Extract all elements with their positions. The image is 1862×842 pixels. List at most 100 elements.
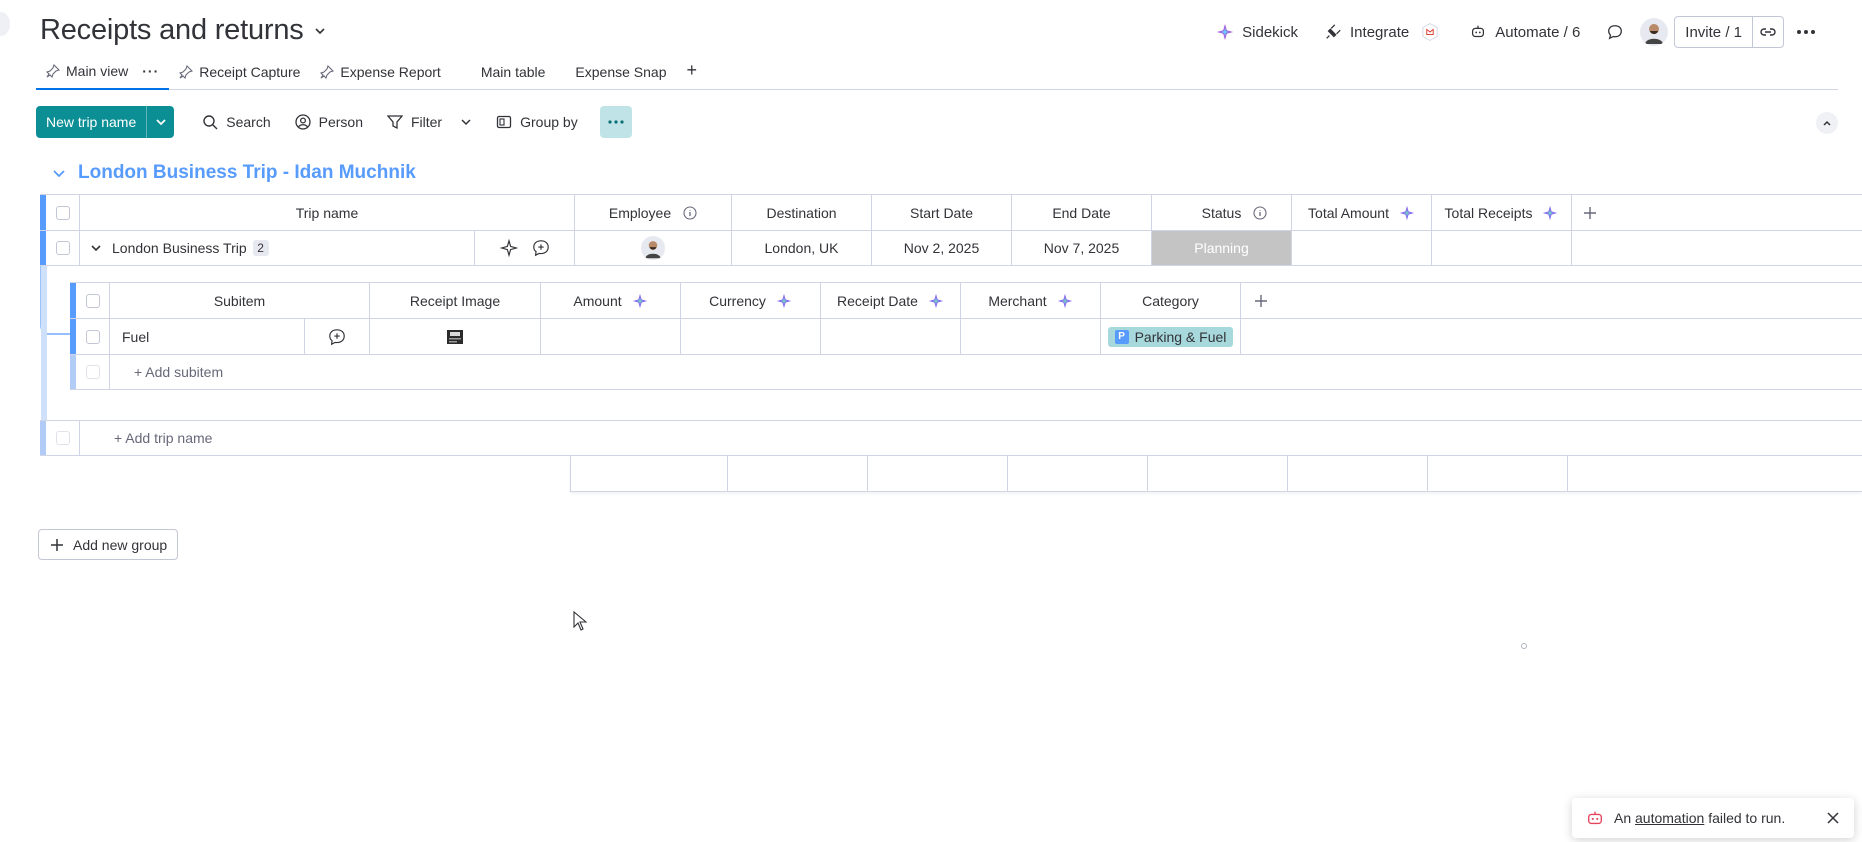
add-subitem-row[interactable]: + Add subitem	[70, 354, 1862, 390]
info-icon[interactable]	[683, 205, 697, 220]
updates-button[interactable]	[1596, 16, 1634, 48]
column-header-end-date[interactable]: End Date	[1012, 195, 1152, 230]
currency-cell[interactable]	[681, 319, 821, 354]
integrate-button[interactable]: Integrate	[1314, 16, 1453, 48]
total-amount-cell[interactable]	[1292, 231, 1432, 265]
column-title: Amount	[573, 292, 622, 309]
receipt-image-cell[interactable]	[370, 319, 541, 354]
add-view-button[interactable]: +	[677, 58, 708, 83]
tab-receipt-capture[interactable]: Receipt Capture	[169, 58, 310, 90]
subitem-row[interactable]: Fuel P Parking & Fuel	[70, 318, 1862, 354]
subitem-name[interactable]: Fuel	[122, 329, 149, 345]
status-cell[interactable]: Planning	[1152, 231, 1292, 265]
checkbox[interactable]	[55, 205, 70, 220]
new-item-dropdown[interactable]	[146, 106, 174, 138]
tab-expense-report[interactable]: Expense Report	[310, 58, 450, 90]
checkbox[interactable]	[85, 329, 100, 344]
start-date-cell[interactable]: Nov 2, 2025	[872, 231, 1012, 265]
chevron-down-icon[interactable]	[314, 25, 326, 37]
board-title: Receipts and returns	[40, 14, 304, 46]
receipt-image-thumbnail-icon[interactable]	[446, 329, 464, 345]
employee-avatar[interactable]	[641, 236, 665, 260]
subitem-name-cell[interactable]: Fuel	[110, 319, 305, 354]
new-item-label[interactable]: New trip name	[36, 106, 146, 138]
automate-button[interactable]: Automate / 6	[1459, 16, 1590, 48]
select-all-checkbox-cell[interactable]	[46, 195, 80, 230]
user-avatar[interactable]	[1640, 18, 1669, 46]
category-label[interactable]: P Parking & Fuel	[1107, 326, 1234, 347]
collapse-header-button[interactable]	[1816, 112, 1838, 134]
subitem-update-cell[interactable]	[305, 319, 370, 354]
header-actions: Sidekick Integrate Automate / 6 Invite /…	[1206, 16, 1822, 48]
receipt-date-cell[interactable]	[821, 319, 961, 354]
checkbox[interactable]	[55, 241, 70, 255]
automation-link[interactable]: automation	[1635, 810, 1704, 826]
subitem-select-all-cell[interactable]	[76, 283, 110, 318]
table-row[interactable]: London Business Trip 2 London, UK Nov 2,…	[40, 230, 1862, 266]
end-date-cell[interactable]: Nov 7, 2025	[1012, 231, 1152, 265]
column-header-subitem[interactable]: Subitem	[110, 283, 370, 318]
group-title[interactable]: London Business Trip - Idan Muchnik	[78, 162, 416, 184]
column-header-receipt-image[interactable]: Receipt Image	[370, 283, 541, 318]
column-header-start-date[interactable]: Start Date	[872, 195, 1012, 230]
item-name-cell[interactable]: London Business Trip 2	[80, 231, 475, 265]
amount-cell[interactable]	[541, 319, 681, 354]
subitem-count-badge[interactable]: 2	[252, 240, 269, 256]
chevron-down-icon[interactable]	[460, 116, 472, 128]
column-header-category[interactable]: Category	[1101, 283, 1241, 318]
checkbox	[55, 431, 70, 445]
destination-cell[interactable]: London, UK	[732, 231, 872, 265]
chevron-down-icon[interactable]	[52, 166, 66, 180]
close-icon[interactable]	[1826, 811, 1840, 825]
column-header-receipt-date[interactable]: Receipt Date	[821, 283, 961, 318]
parking-icon: P	[1114, 329, 1129, 344]
summary-cell-total-receipts	[1428, 456, 1568, 491]
add-subitem-button[interactable]: + Add subitem	[110, 355, 223, 389]
column-header-currency[interactable]: Currency	[681, 283, 821, 318]
column-header-status[interactable]: Status	[1152, 195, 1292, 230]
ai-sparkle-icon[interactable]	[499, 239, 518, 257]
new-item-button[interactable]: New trip name	[36, 106, 175, 138]
summary-cell-status	[1148, 456, 1288, 491]
table-header-row: Trip name Employee Destination Start Dat…	[40, 194, 1862, 230]
group-by-button[interactable]: Group by	[486, 106, 588, 138]
add-column-button[interactable]	[1572, 195, 1608, 230]
filter-button[interactable]: Filter	[377, 106, 482, 138]
employee-cell[interactable]	[575, 231, 732, 265]
copy-link-button[interactable]	[1753, 17, 1783, 47]
column-header-merchant[interactable]: Merchant	[961, 283, 1101, 318]
column-header-amount[interactable]: Amount	[541, 283, 681, 318]
column-header-destination[interactable]: Destination	[732, 195, 872, 230]
add-update-icon[interactable]	[328, 328, 346, 346]
chevron-down-icon[interactable]	[90, 242, 102, 254]
column-header-total-receipts[interactable]: Total Receipts	[1432, 195, 1572, 230]
tab-main-table[interactable]: Main table	[451, 58, 556, 90]
tab-options-icon[interactable]: ···	[142, 63, 159, 79]
total-receipts-cell[interactable]	[1432, 231, 1572, 265]
toolbar-more-button[interactable]	[599, 106, 632, 138]
add-new-group-button[interactable]: Add new group	[38, 529, 179, 560]
group-header[interactable]: London Business Trip - Idan Muchnik	[52, 162, 416, 184]
more-options-button[interactable]	[1790, 16, 1822, 48]
add-subitem-column-button[interactable]	[1241, 283, 1281, 318]
subitem-checkbox-cell[interactable]	[76, 319, 110, 354]
add-item-row[interactable]: + Add trip name	[40, 420, 1862, 456]
column-header-total-amount[interactable]: Total Amount	[1292, 195, 1432, 230]
add-update-icon[interactable]	[532, 239, 550, 257]
checkbox[interactable]	[85, 293, 100, 308]
search-button[interactable]: Search	[192, 106, 280, 138]
invite-button[interactable]: Invite / 1	[1675, 17, 1753, 47]
merchant-cell[interactable]	[961, 319, 1101, 354]
board-title-area[interactable]: Receipts and returns	[40, 14, 326, 47]
sidekick-button[interactable]: Sidekick	[1206, 16, 1308, 48]
tab-main-view[interactable]: Main view ···	[36, 58, 170, 90]
column-header-employee[interactable]: Employee	[575, 195, 732, 230]
person-filter-button[interactable]: Person	[285, 106, 373, 138]
info-icon[interactable]	[1253, 205, 1267, 220]
item-name[interactable]: London Business Trip	[112, 240, 247, 256]
add-item-button[interactable]: + Add trip name	[80, 421, 212, 455]
category-cell[interactable]: P Parking & Fuel	[1101, 319, 1241, 354]
row-checkbox-cell[interactable]	[46, 231, 80, 265]
tab-expense-snap[interactable]: Expense Snap	[555, 58, 676, 90]
column-header-trip-name[interactable]: Trip name	[80, 195, 575, 230]
